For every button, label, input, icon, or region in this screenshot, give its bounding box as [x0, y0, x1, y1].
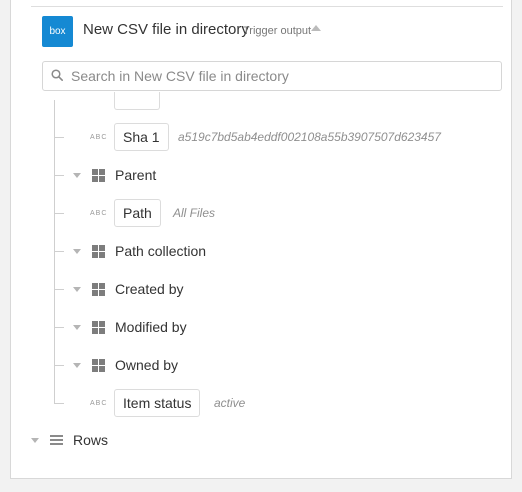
expand-caret-icon[interactable] [73, 249, 81, 254]
object-grid-icon [92, 245, 105, 258]
expand-caret-icon[interactable] [73, 287, 81, 292]
tree-branch [55, 327, 64, 328]
list-icon [50, 435, 63, 446]
step-title: New CSV file in directory [83, 21, 249, 38]
field-label-rows[interactable]: Rows [73, 432, 108, 448]
tree-branch [55, 403, 64, 404]
expand-caret-icon[interactable] [31, 438, 39, 443]
truncated-field-pill[interactable] [114, 92, 160, 110]
tree-line [54, 100, 55, 404]
tree-branch [55, 175, 64, 176]
divider [31, 6, 503, 7]
field-value-sha1: a519c7bd5ab4eddf002108a55b3907507d623457 [178, 130, 441, 144]
search-box[interactable] [42, 61, 502, 91]
tree-branch [55, 289, 64, 290]
string-type-tag: ABC [90, 400, 108, 407]
object-grid-icon [92, 169, 105, 182]
field-label-path-collection[interactable]: Path collection [115, 243, 206, 259]
string-type-tag: ABC [90, 134, 108, 141]
search-input[interactable] [71, 62, 491, 90]
field-pill-path[interactable]: Path [114, 199, 161, 227]
object-grid-icon [92, 321, 105, 334]
collapse-caret-icon[interactable] [311, 25, 321, 31]
box-logo-icon: box [42, 16, 73, 47]
field-pill-sha1[interactable]: Sha 1 [114, 123, 169, 151]
string-type-tag: ABC [90, 210, 108, 217]
field-label-modified-by[interactable]: Modified by [115, 319, 187, 335]
field-label-owned-by[interactable]: Owned by [115, 357, 178, 373]
field-value-item-status: active [214, 396, 246, 410]
trigger-output-panel: box New CSV file in directory Trigger ou… [10, 0, 512, 479]
expand-caret-icon[interactable] [73, 173, 81, 178]
field-value-path: All Files [173, 206, 216, 220]
tree-branch [55, 251, 64, 252]
trigger-output-label: Trigger output [243, 25, 312, 37]
field-label-parent[interactable]: Parent [115, 167, 156, 183]
tree-branch [55, 137, 64, 138]
search-icon [51, 69, 63, 81]
field-pill-item-status[interactable]: Item status [114, 389, 201, 417]
tree-branch [55, 365, 64, 366]
expand-caret-icon[interactable] [73, 363, 81, 368]
object-grid-icon [92, 283, 105, 296]
tree-branch [55, 213, 64, 214]
expand-caret-icon[interactable] [73, 325, 81, 330]
object-grid-icon [92, 359, 105, 372]
field-label-created-by[interactable]: Created by [115, 281, 183, 297]
